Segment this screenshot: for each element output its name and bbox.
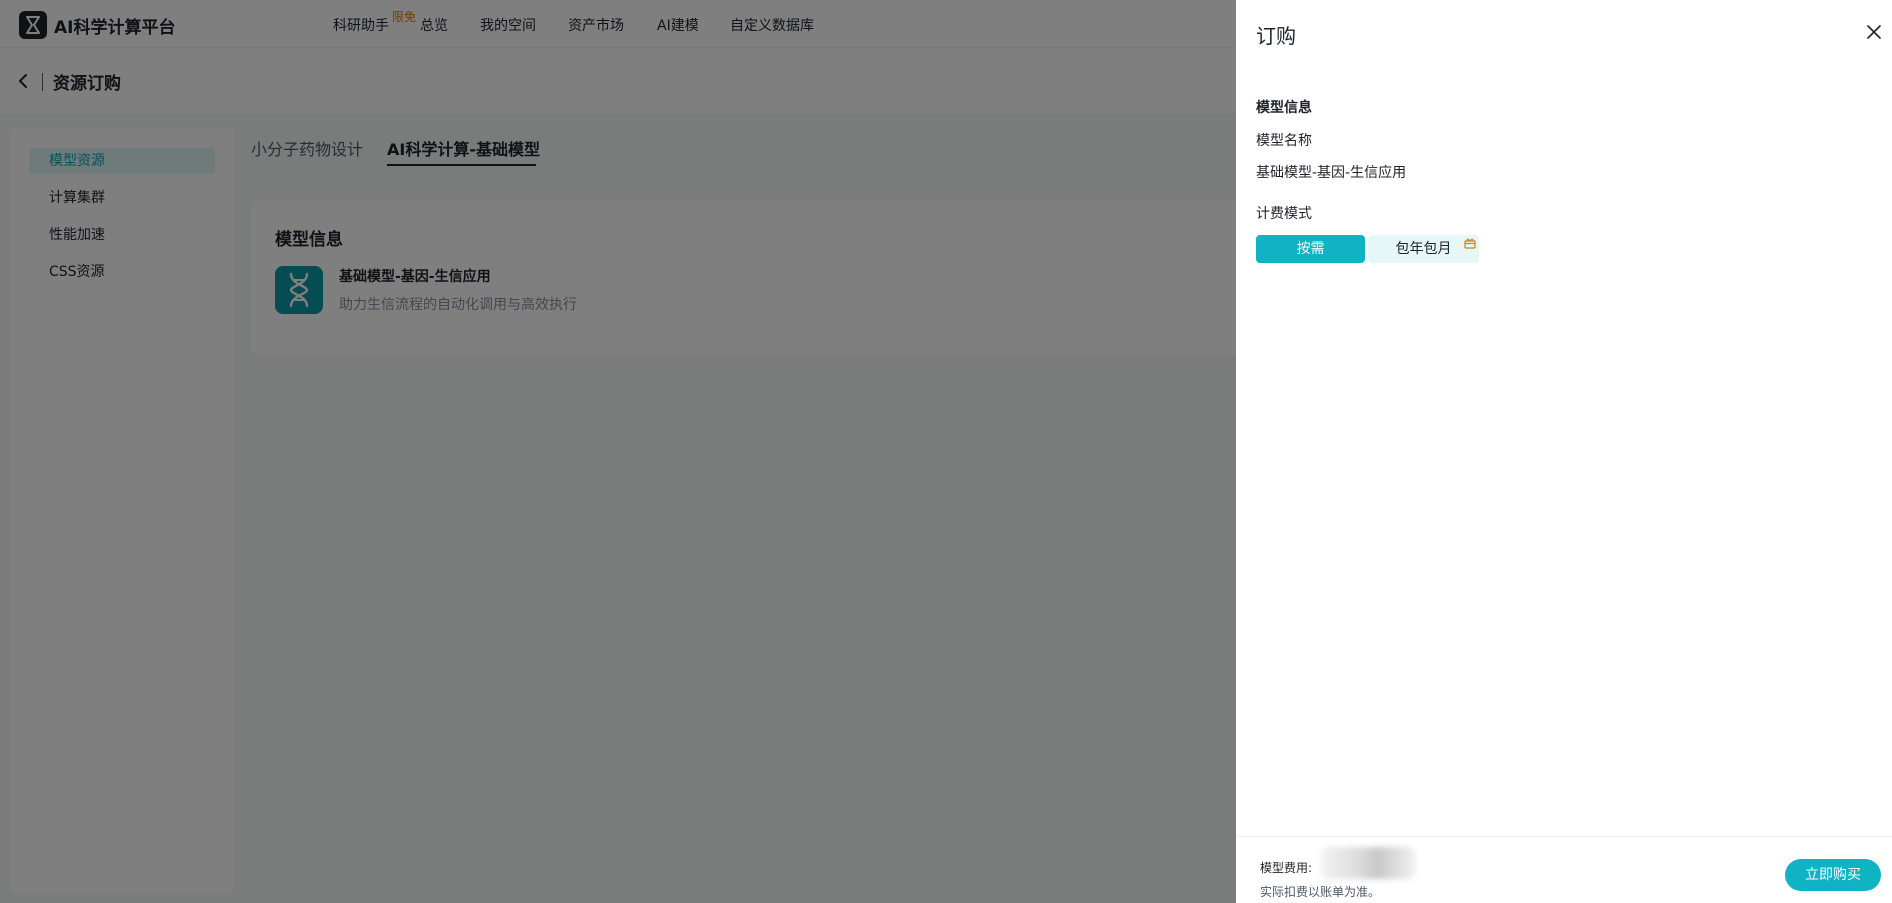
drawer-title: 订购 <box>1256 24 1296 48</box>
fee-note: 实际扣费以账单为准。 <box>1260 885 1381 899</box>
buy-now-button[interactable]: 立即购买 <box>1785 859 1881 891</box>
section-title-model-info: 模型信息 <box>1256 100 1312 116</box>
close-icon[interactable] <box>1866 24 1882 40</box>
billing-option-subscription[interactable]: 包年包月 <box>1368 235 1479 263</box>
order-drawer: 订购 模型信息 模型名称 基础模型-基因-生信应用 计费模式 按需 包年包月 模… <box>1236 0 1892 903</box>
fee-label: 模型费用: <box>1260 861 1313 875</box>
model-name-value: 基础模型-基因-生信应用 <box>1256 165 1407 181</box>
gift-icon <box>1464 238 1476 249</box>
drawer-footer: 模型费用: 实际扣费以账单为准。 立即购买 <box>1236 836 1892 903</box>
billing-option-on-demand[interactable]: 按需 <box>1256 235 1365 263</box>
model-name-label: 模型名称 <box>1256 133 1312 149</box>
fee-amount-redacted <box>1320 847 1416 879</box>
billing-mode-label: 计费模式 <box>1256 206 1312 222</box>
